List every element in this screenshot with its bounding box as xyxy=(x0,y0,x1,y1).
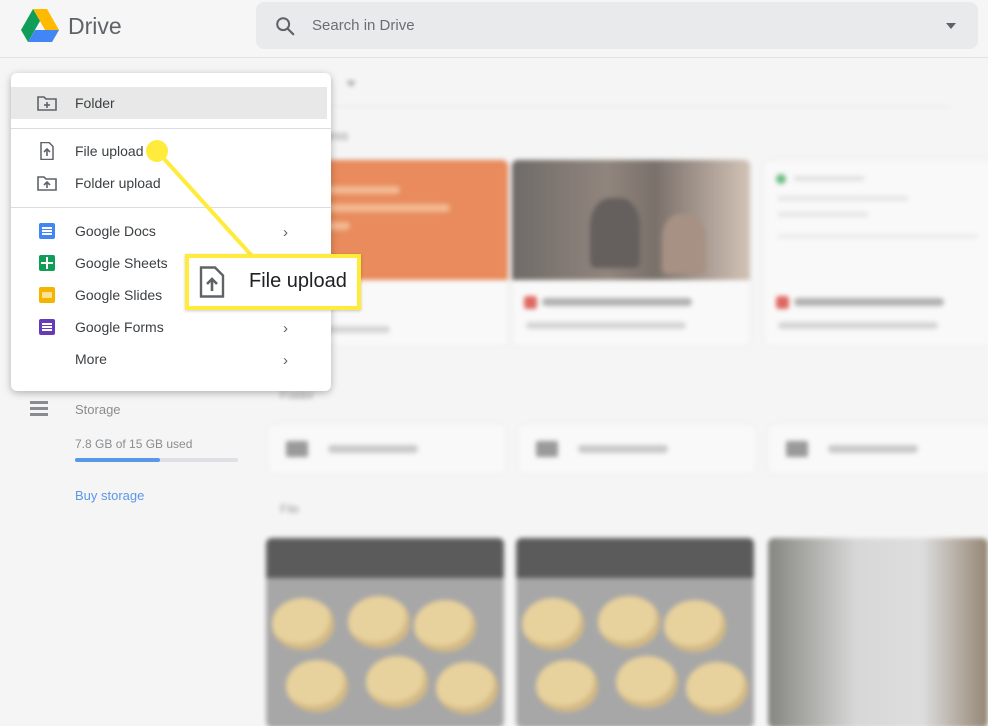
top-bar: Drive xyxy=(0,0,988,58)
menu-item-label: Google Docs xyxy=(75,223,156,239)
menu-item-label: Folder xyxy=(75,95,115,111)
menu-item-label: File upload xyxy=(75,143,144,159)
menu-item-google-forms[interactable]: Google Forms › xyxy=(11,311,331,343)
chevron-right-icon: › xyxy=(283,320,288,337)
menu-item-file-upload[interactable]: File upload xyxy=(11,135,331,167)
new-folder-icon xyxy=(37,96,57,111)
google-docs-icon xyxy=(39,223,55,239)
chevron-right-icon: › xyxy=(283,224,288,241)
menu-item-label: Google Forms xyxy=(75,319,164,335)
google-slides-icon xyxy=(39,287,55,303)
menu-item-label: More xyxy=(75,351,107,367)
new-item-menu: Folder File upload Folder upload Google … xyxy=(11,73,331,391)
callout-text: File upload xyxy=(249,270,347,292)
drive-logo-icon[interactable] xyxy=(21,9,59,43)
menu-item-label: Google Sheets xyxy=(75,255,168,271)
file-upload-icon xyxy=(199,266,225,298)
app-name[interactable]: Drive xyxy=(68,13,122,40)
menu-item-folder[interactable]: Folder xyxy=(11,87,327,119)
menu-item-folder-upload[interactable]: Folder upload xyxy=(11,167,331,199)
search-input[interactable] xyxy=(312,2,912,49)
folder-upload-icon xyxy=(37,176,57,191)
google-forms-icon xyxy=(39,319,55,335)
callout-marker xyxy=(146,140,168,162)
search-icon[interactable] xyxy=(274,15,296,37)
menu-item-label: Folder upload xyxy=(75,175,161,191)
menu-item-label: Google Slides xyxy=(75,287,163,303)
search-bar[interactable] xyxy=(256,2,978,49)
menu-item-more[interactable]: More › xyxy=(11,343,331,375)
google-sheets-icon xyxy=(39,255,55,271)
menu-divider xyxy=(11,128,331,129)
menu-item-google-docs[interactable]: Google Docs › xyxy=(11,215,331,247)
file-upload-icon xyxy=(40,142,54,160)
search-options-caret-icon[interactable] xyxy=(946,23,956,29)
chevron-right-icon: › xyxy=(283,352,288,369)
menu-divider xyxy=(11,207,331,208)
callout-label-box: File upload xyxy=(185,254,361,310)
